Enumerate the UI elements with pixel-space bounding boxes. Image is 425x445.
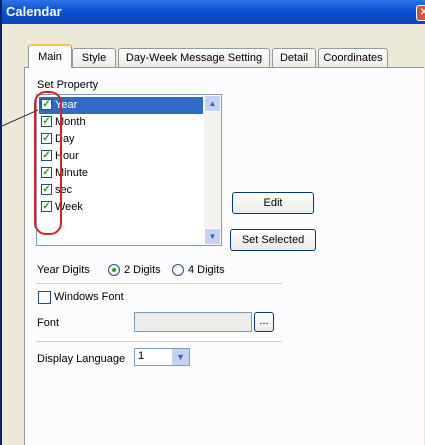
- window-title: Calendar: [6, 4, 62, 19]
- list-scrollbar[interactable]: ▲ ▼: [204, 95, 221, 245]
- edit-button[interactable]: Edit: [232, 192, 314, 214]
- tab-day-week-message-setting[interactable]: Day-Week Message Setting: [118, 48, 270, 67]
- tab-detail[interactable]: Detail: [272, 48, 316, 67]
- tab-main[interactable]: Main: [28, 44, 72, 68]
- year-digits-4-label[interactable]: 4 Digits: [188, 264, 225, 276]
- set-property-list[interactable]: ✓ Year ✓ Month ✓ Day ✓ Hour ✓ Minute ✓ s…: [36, 94, 222, 246]
- year-digits-2-radio[interactable]: [108, 264, 120, 276]
- annotation-pointer-line: [2, 109, 39, 127]
- list-item[interactable]: ✓ Day: [39, 131, 203, 148]
- font-label: Font: [37, 317, 60, 329]
- scroll-up-icon[interactable]: ▲: [204, 95, 221, 112]
- calendar-dialog: Calendar ✕ Main Style Day-Week Message S…: [0, 0, 425, 445]
- scroll-down-icon[interactable]: ▼: [204, 228, 221, 245]
- windows-font-label[interactable]: Windows Font: [54, 291, 124, 303]
- tab-coordinates[interactable]: Coordinates: [318, 48, 388, 67]
- list-item[interactable]: ✓ Minute: [39, 165, 203, 182]
- font-field[interactable]: [134, 312, 252, 332]
- separator: [36, 283, 282, 285]
- set-property-label: Set Property: [37, 79, 99, 91]
- chevron-down-icon[interactable]: ▼: [172, 349, 189, 365]
- display-language-select[interactable]: 1 ▼: [134, 348, 190, 366]
- close-icon[interactable]: ✕: [416, 5, 425, 21]
- separator: [36, 341, 282, 343]
- list-item[interactable]: ✓ Week: [39, 199, 203, 216]
- list-item[interactable]: ✓ Month: [39, 114, 203, 131]
- title-bar[interactable]: Calendar ✕: [2, 0, 425, 24]
- year-digits-label: Year Digits: [37, 264, 90, 276]
- font-browse-button[interactable]: ...: [254, 312, 274, 332]
- set-selected-button[interactable]: Set Selected: [230, 229, 316, 251]
- windows-font-checkbox[interactable]: [38, 291, 51, 304]
- list-item[interactable]: ✓ Year: [39, 97, 203, 114]
- year-digits-2-label[interactable]: 2 Digits: [124, 264, 161, 276]
- display-language-label: Display Language: [37, 353, 126, 365]
- tab-style[interactable]: Style: [72, 48, 116, 67]
- radio-selected-dot: [112, 268, 116, 272]
- year-digits-4-radio[interactable]: [172, 264, 184, 276]
- list-item[interactable]: ✓ sec: [39, 182, 203, 199]
- list-item[interactable]: ✓ Hour: [39, 148, 203, 165]
